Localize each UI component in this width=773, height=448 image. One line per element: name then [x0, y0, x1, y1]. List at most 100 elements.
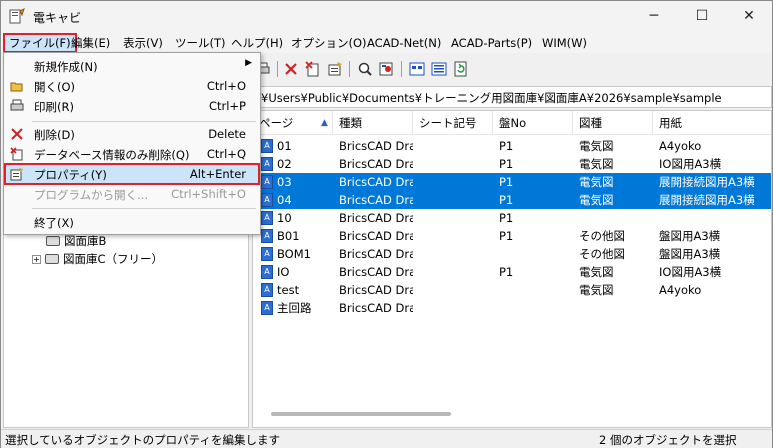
toolbar-search-button[interactable]: [355, 59, 375, 79]
table-row[interactable]: A 02 BricsCAD Drav P1 電気図 IO図用A3横: [253, 155, 771, 173]
magnifier-icon: [358, 62, 372, 76]
view-large-icon: [409, 62, 425, 76]
toolbar-delete-button[interactable]: [281, 59, 301, 79]
cell-paper: IO図用A3横: [659, 157, 722, 171]
delete-db-icon: [10, 147, 23, 161]
menu-item-delete-db[interactable]: データベース情報のみ削除(Q) Ctrl+Q: [4, 144, 260, 164]
cell-sheet: [419, 191, 493, 209]
cell-kind: その他図: [579, 247, 625, 261]
cell-panel: P1: [499, 229, 514, 243]
cell-sheet: [419, 299, 493, 317]
toolbar-delete-db-button[interactable]: [303, 59, 323, 79]
window-title: 電キャビ: [33, 11, 82, 25]
cell-page: 01: [277, 139, 292, 153]
cell-type: BricsCAD Drav: [339, 247, 413, 261]
delete-db-icon: [305, 61, 319, 77]
file-list[interactable]: ページ ▲ 種類 シート記号 盤No 図種 用紙 A 01 BricsCAD Dra…: [252, 110, 772, 428]
toolbar-view-large-button[interactable]: [407, 59, 427, 79]
toolbar-properties-button[interactable]: [325, 59, 345, 79]
toolbar-preview-button[interactable]: [377, 59, 397, 79]
cell-sheet: [419, 245, 493, 263]
cell-type: BricsCAD Drav: [339, 157, 413, 171]
cell-kind: 電気図: [579, 139, 614, 153]
title-bar[interactable]: 電キャビ ─ ☐ ✕: [1, 1, 772, 31]
cell-sheet: [419, 173, 493, 191]
path-bar[interactable]: ¥Users¥Public¥Documents¥トレーニング用図面庫¥図面庫A¥…: [251, 86, 772, 108]
cell-panel: [499, 299, 573, 317]
horizontal-scrollbar[interactable]: [271, 412, 451, 416]
cell-paper: [659, 209, 771, 227]
cell-page: B01: [277, 229, 300, 243]
menu-item-shortcut: Ctrl+O: [206, 79, 246, 93]
cell-panel: [499, 245, 573, 263]
menu-acad-net[interactable]: ACAD-Net(N): [363, 33, 445, 53]
menu-item-delete[interactable]: 削除(D) Delete: [4, 124, 260, 144]
tree-node-label: 図面庫B: [64, 234, 107, 248]
current-path: ¥Users¥Public¥Documents¥トレーニング用図面庫¥図面庫A¥…: [261, 91, 722, 105]
drawing-file-icon: A: [261, 247, 273, 261]
database-icon: [46, 236, 60, 246]
menu-item-shortcut: Ctrl+P: [208, 99, 246, 113]
close-button[interactable]: ✕: [726, 1, 772, 31]
table-row[interactable]: A 04 BricsCAD Drav P1 電気図 展開接続図用A3横: [253, 191, 771, 209]
cell-type: BricsCAD Drav: [339, 229, 413, 243]
table-row[interactable]: A 01 BricsCAD Drav P1 電気図 A4yoko: [253, 137, 771, 155]
drawing-file-icon: A: [261, 283, 273, 297]
toolbar-refresh-button[interactable]: [451, 59, 471, 79]
cell-paper: 盤図用A3横: [659, 247, 721, 261]
table-row[interactable]: A B01 BricsCAD Drav P1 その他図 盤図用A3横: [253, 227, 771, 245]
menu-item-open[interactable]: 開く(O) Ctrl+O: [4, 76, 260, 96]
table-row[interactable]: A IO BricsCAD Drav P1 電気図 IO図用A3横: [253, 263, 771, 281]
cell-sheet: [419, 263, 493, 281]
minimize-button[interactable]: ─: [631, 1, 677, 31]
menu-edit[interactable]: 編集(E): [67, 33, 114, 53]
table-row[interactable]: Atest BricsCAD Drav 電気図 A4yoko: [253, 281, 771, 299]
cell-sheet: [419, 209, 493, 227]
menu-tools[interactable]: ツール(T): [171, 33, 230, 53]
table-row[interactable]: A 03 BricsCAD Drav P1 電気図 展開接続図用A3横: [253, 173, 771, 191]
maximize-button[interactable]: ☐: [679, 1, 725, 31]
menu-file[interactable]: ファイル(F): [3, 33, 77, 53]
delete-x-icon: [285, 63, 297, 75]
column-header-kind[interactable]: 図種: [573, 111, 653, 135]
menu-help[interactable]: ヘルプ(H): [227, 33, 287, 53]
cell-type: BricsCAD Drav: [339, 175, 413, 189]
menu-item-print[interactable]: 印刷(R) Ctrl+P: [4, 96, 260, 116]
column-header-panel[interactable]: 盤No: [493, 111, 573, 135]
cell-kind: [579, 209, 653, 227]
cell-paper: 展開接続図用A3横: [659, 193, 755, 207]
menu-view[interactable]: 表示(V): [119, 33, 167, 53]
drawing-file-icon: A: [261, 139, 273, 153]
menu-separator: [32, 121, 256, 122]
menu-item-properties[interactable]: プロパティ(Y) Alt+Enter: [4, 163, 260, 185]
menu-item-exit[interactable]: 終了(X): [4, 212, 260, 232]
refresh-icon: [454, 61, 467, 77]
cell-kind: 電気図: [579, 157, 614, 171]
column-header-paper[interactable]: 用紙: [653, 111, 771, 135]
menu-item-new[interactable]: 新規作成(N) ▶: [4, 56, 260, 76]
menu-acad-parts[interactable]: ACAD-Parts(P): [447, 33, 536, 53]
menu-options[interactable]: オプション(O): [287, 33, 371, 53]
drawing-file-icon: A: [261, 193, 273, 207]
preview-icon: [379, 62, 393, 76]
cell-type: BricsCAD Drav: [339, 301, 413, 315]
cell-sheet: [419, 227, 493, 245]
menu-item-label: 印刷(R): [34, 100, 74, 114]
cell-type: BricsCAD Drav: [339, 265, 413, 279]
cell-panel: P1: [499, 211, 514, 225]
database-icon: [45, 254, 59, 264]
menu-bar: ファイル(F) 編集(E) 表示(V) ツール(T) ヘルプ(H) オプション(…: [1, 31, 772, 53]
sort-ascending-icon: ▲: [321, 118, 328, 128]
cell-paper: IO図用A3横: [659, 265, 722, 279]
close-icon: ✕: [743, 8, 755, 24]
table-row[interactable]: A 10 BricsCAD Drav P1: [253, 209, 771, 227]
column-header-type[interactable]: 種類: [333, 111, 413, 135]
column-header-sheet[interactable]: シート記号: [413, 111, 493, 135]
expand-plus-icon[interactable]: +: [32, 254, 41, 264]
table-row[interactable]: A 主回路 BricsCAD Drav: [253, 299, 771, 317]
cell-panel: P1: [499, 157, 514, 171]
table-row[interactable]: A BOM1 BricsCAD Drav その他図 盤図用A3横: [253, 245, 771, 263]
menu-wim[interactable]: WIM(W): [538, 33, 591, 53]
tree-node[interactable]: + 図面庫C（フリー）: [32, 250, 163, 268]
toolbar-view-details-button[interactable]: [429, 59, 449, 79]
